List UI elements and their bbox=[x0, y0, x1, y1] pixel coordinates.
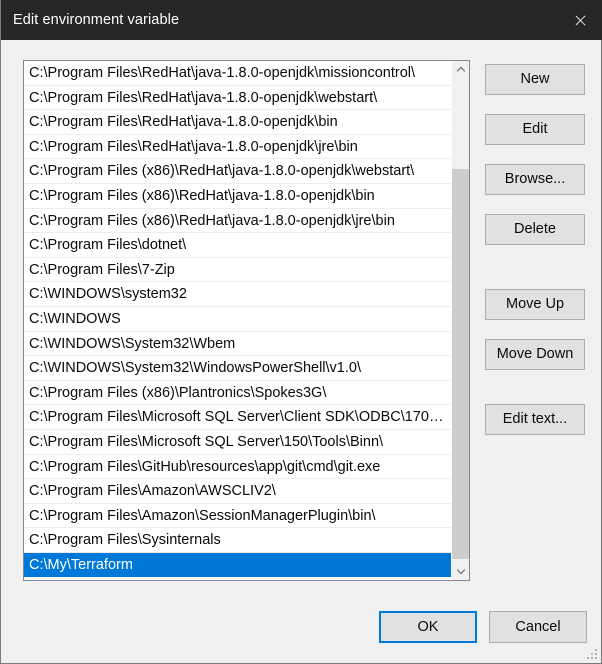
browse-button[interactable]: Browse... bbox=[485, 164, 585, 195]
list-item[interactable]: C:\Program Files\RedHat\java-1.8.0-openj… bbox=[24, 110, 451, 135]
edit-environment-variable-dialog: Edit environment variable C:\Program Fil… bbox=[0, 0, 602, 664]
close-button[interactable] bbox=[557, 0, 602, 40]
delete-button[interactable]: Delete bbox=[485, 214, 585, 245]
window-title: Edit environment variable bbox=[13, 12, 180, 28]
move-up-button[interactable]: Move Up bbox=[485, 289, 585, 320]
list-item[interactable]: C:\Program Files\Amazon\SessionManagerPl… bbox=[24, 504, 451, 529]
list-item[interactable]: C:\Program Files\dotnet\ bbox=[24, 233, 451, 258]
cancel-button[interactable]: Cancel bbox=[489, 611, 587, 643]
list-item[interactable]: C:\My\Terraform bbox=[24, 552, 451, 578]
resize-grip[interactable] bbox=[586, 648, 598, 660]
move-down-button[interactable]: Move Down bbox=[485, 339, 585, 370]
list-item[interactable]: C:\Program Files\RedHat\java-1.8.0-openj… bbox=[24, 135, 451, 160]
titlebar[interactable]: Edit environment variable bbox=[1, 0, 602, 40]
list-item[interactable]: C:\Program Files\RedHat\java-1.8.0-openj… bbox=[24, 61, 451, 86]
list-item[interactable]: C:\Program Files (x86)\Plantronics\Spoke… bbox=[24, 381, 451, 406]
list-item[interactable]: C:\Program Files (x86)\RedHat\java-1.8.0… bbox=[24, 159, 451, 184]
list-item[interactable]: C:\WINDOWS\System32\Wbem bbox=[24, 332, 451, 357]
list-item[interactable]: C:\Program Files\Sysinternals bbox=[24, 528, 451, 553]
list-item[interactable]: C:\Program Files (x86)\RedHat\java-1.8.0… bbox=[24, 209, 451, 234]
path-listbox[interactable]: C:\Program Files\RedHat\java-1.8.0-openj… bbox=[23, 60, 470, 581]
close-icon bbox=[574, 14, 587, 27]
chevron-up-icon bbox=[457, 66, 465, 74]
list-item[interactable]: C:\Program Files\Microsoft SQL Server\15… bbox=[24, 430, 451, 455]
list-item[interactable]: C:\WINDOWS\System32\WindowsPowerShell\v1… bbox=[24, 356, 451, 381]
list-item[interactable]: C:\WINDOWS bbox=[24, 307, 451, 332]
edit-button[interactable]: Edit bbox=[485, 114, 585, 145]
list-item[interactable]: C:\Program Files (x86)\RedHat\java-1.8.0… bbox=[24, 184, 451, 209]
scroll-down-button[interactable] bbox=[452, 562, 469, 580]
listbox-scrollbar[interactable] bbox=[451, 61, 469, 580]
list-item[interactable]: C:\Program Files\GitHub\resources\app\gi… bbox=[24, 455, 451, 480]
scroll-up-button[interactable] bbox=[452, 61, 469, 79]
list-item[interactable]: C:\Program Files\RedHat\java-1.8.0-openj… bbox=[24, 86, 451, 111]
path-list: C:\Program Files\RedHat\java-1.8.0-openj… bbox=[24, 61, 451, 580]
list-item[interactable]: C:\WINDOWS\system32 bbox=[24, 282, 451, 307]
edit-text-button[interactable]: Edit text... bbox=[485, 404, 585, 435]
list-item[interactable]: C:\Program Files\Amazon\AWSCLIV2\ bbox=[24, 479, 451, 504]
list-item[interactable]: C:\Program Files\Microsoft SQL Server\Cl… bbox=[24, 405, 451, 430]
scrollbar-thumb[interactable] bbox=[452, 169, 469, 559]
list-item[interactable]: C:\Program Files\7-Zip bbox=[24, 258, 451, 283]
ok-button[interactable]: OK bbox=[379, 611, 477, 643]
chevron-down-icon bbox=[457, 567, 465, 575]
new-button[interactable]: New bbox=[485, 64, 585, 95]
